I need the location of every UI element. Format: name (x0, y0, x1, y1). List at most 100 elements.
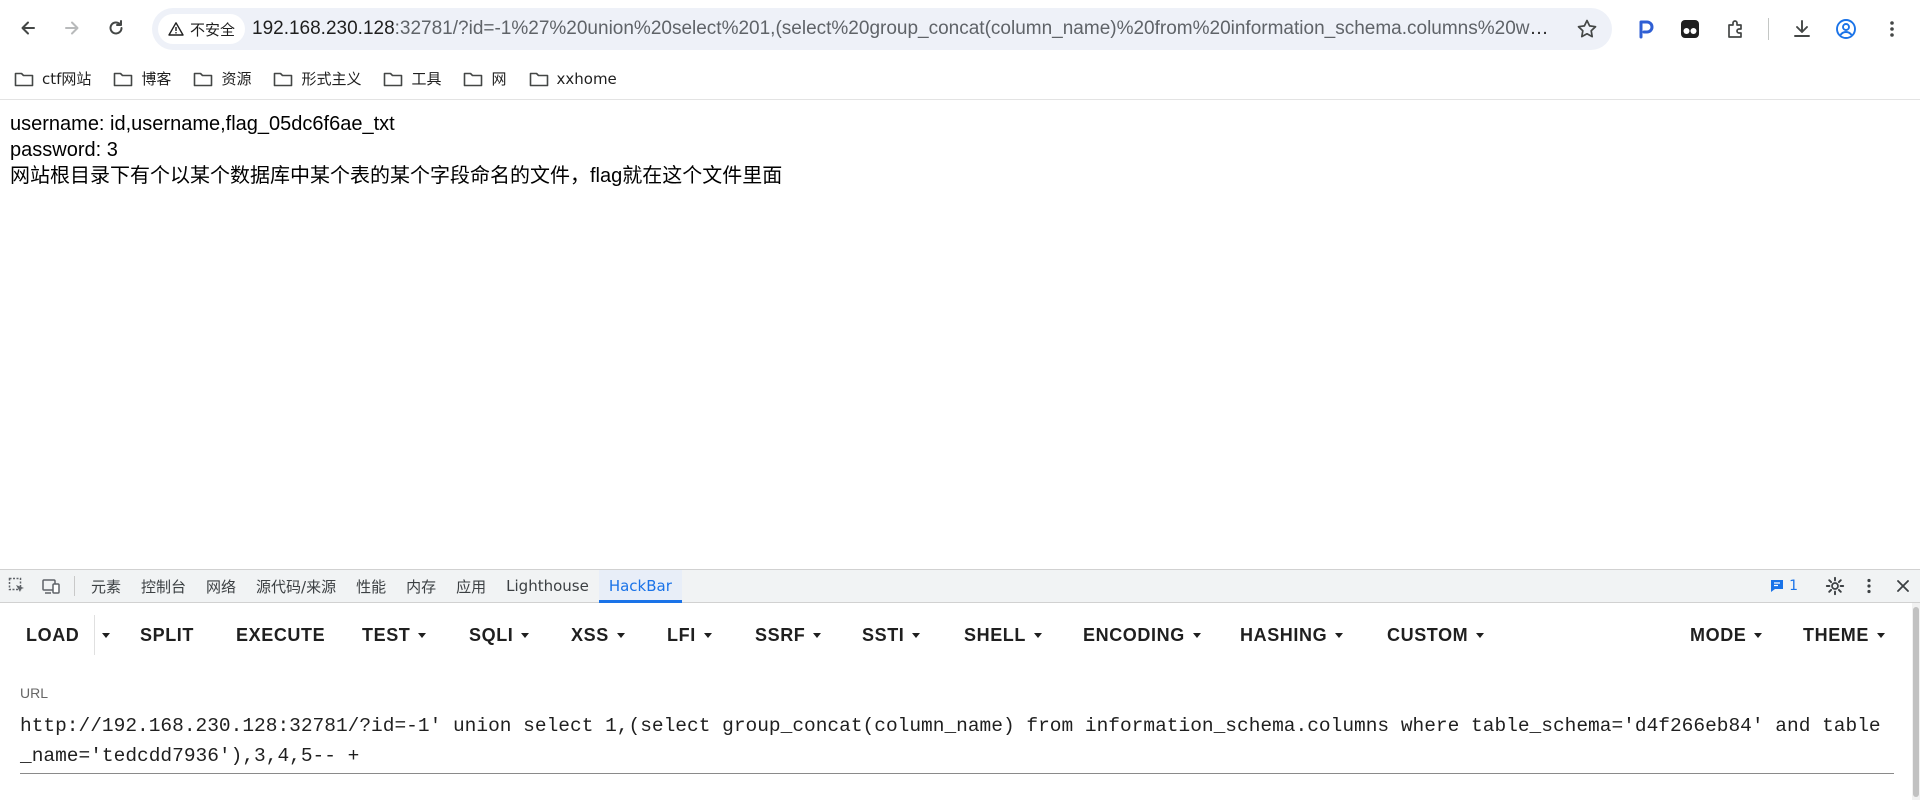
scrollbar-thumb[interactable] (1913, 607, 1919, 797)
security-chip[interactable]: 不安全 (158, 14, 246, 44)
result-password-line: password: 3 (10, 139, 118, 161)
hint-text: 网站根目录下有个以某个数据库中某个表的某个字段命名的文件，flag就在这个文件里… (10, 165, 783, 187)
devtools-tab-list: 元素 控制台 网络 源代码/来源 性能 内存 应用 Lighthouse HackBar (81, 570, 682, 603)
message-icon (1771, 580, 1784, 592)
folder-icon (114, 72, 133, 86)
ssrf-label: SSRF (755, 624, 806, 645)
folder-icon (14, 72, 34, 86)
tampermonkey-icon (1681, 20, 1699, 38)
mode-menu-button[interactable]: MODE (1690, 621, 1763, 649)
theme-label: THEME (1803, 624, 1869, 645)
devtools-more-button[interactable] (1852, 570, 1886, 602)
shell-menu-button[interactable]: SHELL (964, 621, 1043, 649)
bookmark-item[interactable]: 资源 (193, 64, 251, 94)
execute-button[interactable]: EXECUTE (236, 621, 325, 649)
url-field-underline (20, 773, 1894, 774)
split-label: SPLIT (140, 624, 195, 645)
url-textarea[interactable]: http://192.168.230.128:32781/?id=-1' uni… (20, 711, 1890, 771)
mode-label: MODE (1690, 624, 1747, 645)
arrow-right-icon (65, 21, 79, 35)
load-label: LOAD (26, 624, 80, 645)
encoding-menu-button[interactable]: ENCODING (1083, 621, 1201, 649)
inspect-element-button[interactable] (0, 570, 34, 602)
puzzle-icon (1728, 20, 1742, 38)
execute-label: EXECUTE (236, 624, 326, 645)
load-split-divider (94, 615, 95, 655)
ssti-menu-button[interactable]: SSTI (862, 621, 921, 649)
load-dropdown-button[interactable] (100, 621, 110, 649)
split-button[interactable]: SPLIT (140, 621, 194, 649)
bookmark-item[interactable]: xxhome (529, 64, 617, 94)
chevron-down-icon (418, 632, 427, 638)
bookmark-star-icon[interactable] (1576, 18, 1598, 40)
bookmark-label: 博客 (141, 70, 172, 88)
tab-lighthouse[interactable]: Lighthouse (496, 570, 599, 602)
sqli-label: SQLI (469, 624, 514, 645)
lfi-label: LFI (667, 624, 696, 645)
devtools-close-button[interactable] (1886, 570, 1920, 602)
chevron-down-icon (521, 632, 530, 638)
bookmark-label: 资源 (221, 70, 252, 88)
url-text[interactable]: 192.168.230.128:32781/?id=-1%27%20union%… (252, 18, 1550, 40)
devtools-tab-0[interactable]: 元素 (81, 570, 131, 602)
devtools-tab-1[interactable]: 控制台 (131, 570, 196, 602)
devtools-settings-button[interactable] (1818, 570, 1852, 602)
hashing-menu-button[interactable]: HASHING (1240, 621, 1344, 649)
theme-menu-button[interactable]: THEME (1803, 621, 1885, 649)
hackbar-scrollbar[interactable] (1912, 603, 1920, 800)
chevron-down-icon (1877, 632, 1885, 638)
test-menu-button[interactable]: TEST (362, 621, 427, 649)
custom-label: CUSTOM (1387, 624, 1469, 645)
devtools-tab-5[interactable]: 内存 (396, 570, 446, 602)
reload-button[interactable] (100, 12, 132, 44)
encoding-label: ENCODING (1083, 624, 1185, 645)
kebab-menu-icon (1890, 21, 1894, 37)
toolbar-divider (1768, 18, 1769, 40)
arrow-left-icon (21, 21, 35, 35)
chevron-down-icon (1034, 632, 1043, 638)
security-label: 不安全 (190, 20, 236, 39)
url-host: 192.168.230.128 (252, 18, 395, 39)
xss-label: XSS (571, 624, 609, 645)
bookmark-item[interactable]: 博客 (113, 64, 171, 94)
load-button[interactable]: LOAD (26, 621, 79, 649)
devtools-tab-3[interactable]: 源代码/来源 (246, 570, 346, 602)
folder-icon (384, 72, 403, 86)
bookmark-label: 形式主义 (301, 70, 362, 88)
address-bar[interactable]: 不安全 192.168.230.128:32781/?id=-1%27%20un… (152, 8, 1612, 50)
extension-p-button[interactable] (1632, 15, 1660, 43)
issues-counter[interactable]: 1 (1769, 578, 1798, 594)
chevron-down-icon (102, 632, 110, 638)
profile-button[interactable] (1832, 15, 1860, 43)
bookmark-label: 工具 (411, 70, 442, 88)
chevron-down-icon (1754, 632, 1763, 638)
bookmark-item[interactable]: ctf网站 (14, 64, 91, 94)
extensions-button[interactable] (1722, 15, 1750, 43)
device-toolbar-button[interactable] (34, 570, 68, 602)
xss-menu-button[interactable]: XSS (571, 621, 625, 649)
page-content: username: id,username,flag_05dc6f6ae_txt… (0, 101, 1920, 569)
extension-tampermonkey-button[interactable] (1676, 15, 1704, 43)
inspect-cursor-icon (8, 577, 24, 592)
browser-menu-button[interactable] (1878, 15, 1906, 43)
bookmark-item[interactable]: 工具 (383, 64, 441, 94)
forward-button[interactable] (56, 12, 88, 44)
device-mode-icon (42, 579, 60, 594)
back-button[interactable] (12, 12, 44, 44)
url-field-label: URL (20, 685, 49, 701)
downloads-button[interactable] (1788, 15, 1816, 43)
ssrf-menu-button[interactable]: SSRF (755, 621, 822, 649)
devtools-tab-6[interactable]: 应用 (446, 570, 496, 602)
bookmark-item[interactable]: 网 (463, 64, 507, 94)
sqli-menu-button[interactable]: SQLI (469, 621, 530, 649)
custom-menu-button[interactable]: CUSTOM (1387, 621, 1485, 649)
close-icon (1897, 580, 1909, 592)
devtools-tab-2[interactable]: 网络 (196, 570, 246, 602)
devtools-tab-strip: 元素 控制台 网络 源代码/来源 性能 内存 应用 Lighthouse HackBar 1 (0, 569, 1920, 603)
bookmark-item[interactable]: 形式主义 (273, 64, 361, 94)
devtools-tab-4[interactable]: 性能 (346, 570, 396, 602)
chevron-down-icon (1192, 632, 1201, 638)
lfi-menu-button[interactable]: LFI (667, 621, 712, 649)
tab-hackbar[interactable]: HackBar (598, 570, 682, 603)
chevron-down-icon (616, 632, 625, 638)
